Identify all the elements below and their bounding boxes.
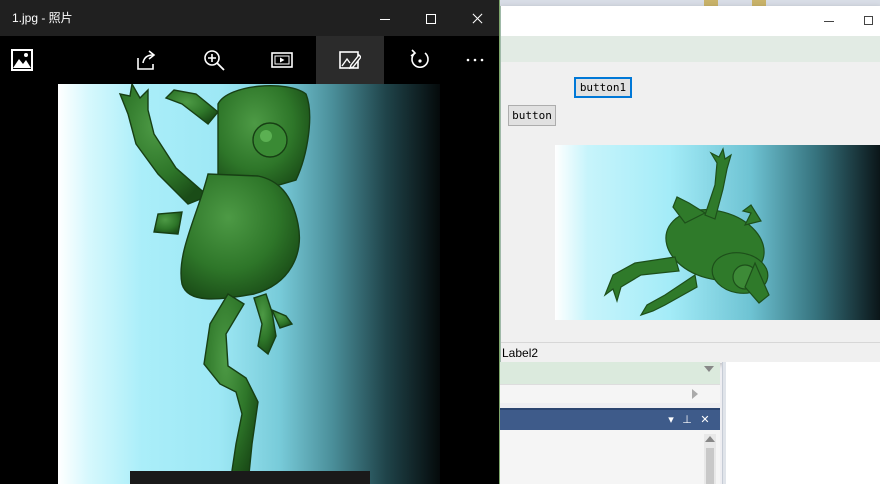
close-button[interactable] <box>454 0 499 36</box>
share-icon <box>137 50 156 70</box>
image-gallery-icon <box>11 49 33 71</box>
rotate-icon <box>410 49 429 68</box>
photos-filmstrip[interactable] <box>130 471 370 484</box>
ide-editor-area <box>726 362 880 484</box>
photos-titlebar: 1.jpg - 照片 <box>0 0 499 36</box>
photos-window: 1.jpg - 照片 <box>0 0 500 484</box>
zoom-in-icon <box>204 50 225 71</box>
pin-icon[interactable]: ⊥ <box>680 413 694 427</box>
tool-window-header: ▾ ⊥ ✕ <box>500 408 720 430</box>
ide-horizontal-scrollbar[interactable] <box>500 384 720 403</box>
rotate-button[interactable] <box>390 36 450 84</box>
form-minimize-button[interactable] <box>817 12 841 30</box>
label2: Label2 <box>501 342 880 363</box>
scrollbar-thumb[interactable] <box>706 448 714 484</box>
form-menu-band <box>501 36 880 62</box>
picture-box-frog-image <box>555 145 880 320</box>
frog-icon <box>603 147 770 317</box>
photos-window-title: 1.jpg - 照片 <box>12 11 73 25</box>
more-ellipsis-icon <box>466 58 484 62</box>
minimize-button[interactable] <box>362 0 408 36</box>
edit-image-icon <box>339 51 361 70</box>
share-button[interactable] <box>116 36 176 84</box>
chevron-down-icon[interactable]: ▾ <box>664 413 678 427</box>
ide-output-panel-header <box>500 362 720 384</box>
button1[interactable]: button1 <box>574 77 632 98</box>
tool-window-body <box>500 430 720 484</box>
tool-window-scrollbar[interactable] <box>704 434 716 484</box>
slideshow-button[interactable] <box>252 36 312 84</box>
maximize-button[interactable] <box>408 0 454 36</box>
gallery-button[interactable] <box>0 36 44 84</box>
scroll-right-icon[interactable] <box>692 389 698 399</box>
photo-canvas[interactable] <box>58 84 440 484</box>
zoom-button[interactable] <box>184 36 244 84</box>
photos-toolbar <box>0 36 499 84</box>
slideshow-icon <box>271 52 293 68</box>
more-button[interactable] <box>448 36 499 84</box>
scroll-up-icon[interactable] <box>705 436 715 442</box>
chevron-down-icon[interactable] <box>704 366 714 372</box>
form-titlebar <box>501 6 880 36</box>
frog-image <box>118 84 311 484</box>
winform-window: button1 button Label2 <box>500 6 880 363</box>
button[interactable]: button <box>508 105 556 126</box>
edit-button[interactable] <box>316 36 384 84</box>
close-icon[interactable]: ✕ <box>698 413 712 427</box>
form-maximize-button[interactable] <box>857 12 880 30</box>
